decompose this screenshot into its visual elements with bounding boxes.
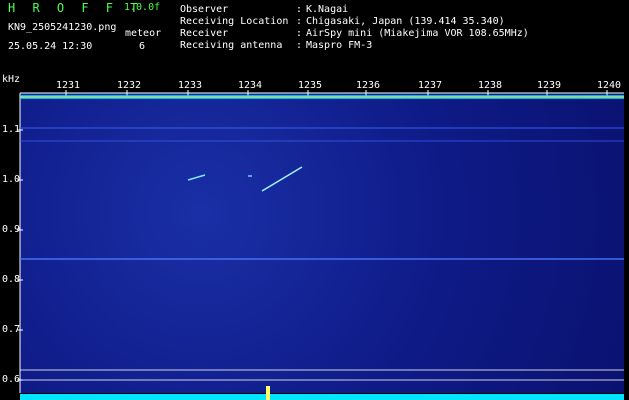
spectrogram-overlay	[17, 90, 624, 400]
noise-peak	[266, 386, 270, 400]
carrier-band-hot	[20, 96, 624, 98]
meteor-echo	[261, 166, 303, 192]
noise-floor-strip	[20, 394, 624, 400]
meteor-echo	[187, 174, 206, 181]
